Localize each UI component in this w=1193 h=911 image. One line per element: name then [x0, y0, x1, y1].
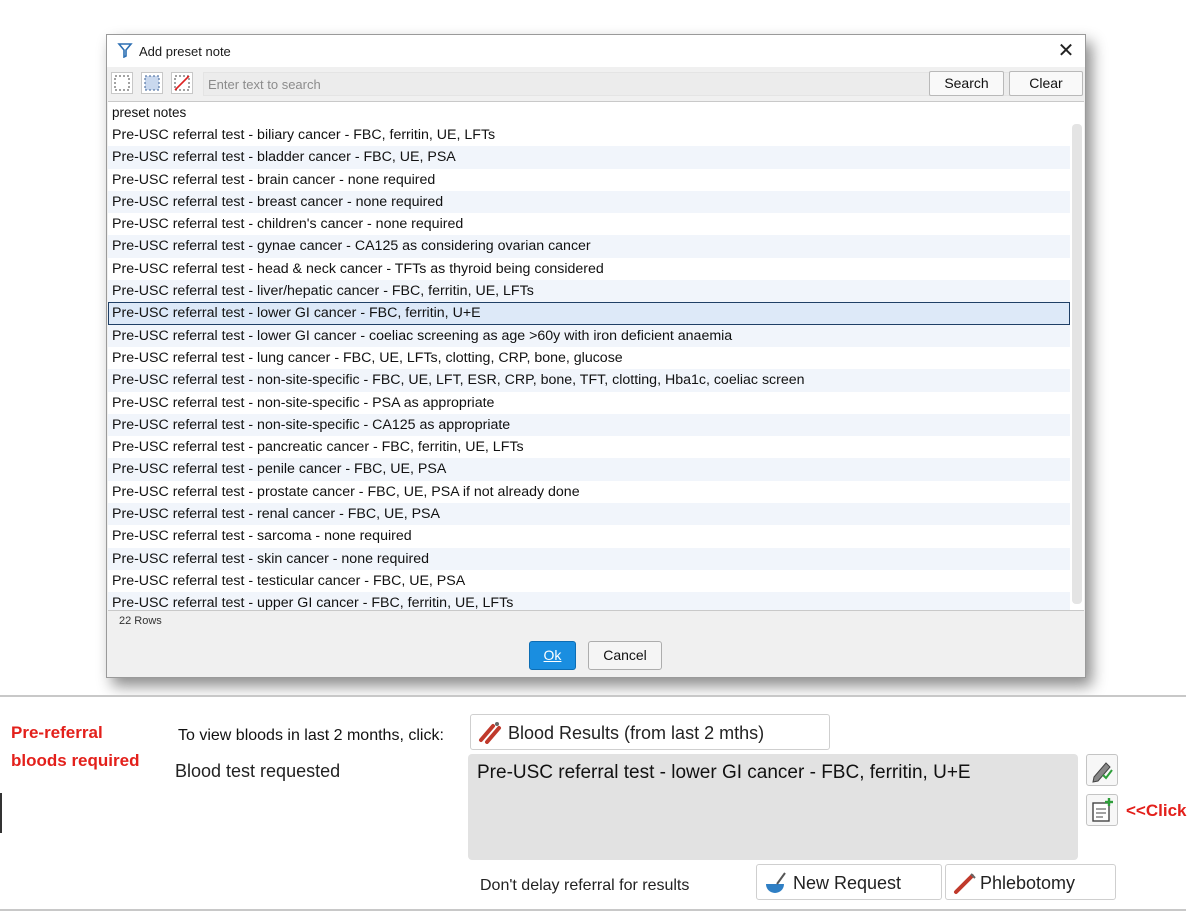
test-tubes-icon: [479, 722, 501, 744]
list-item[interactable]: Pre-USC referral test - prostate cancer …: [108, 481, 1070, 503]
list-item[interactable]: Pre-USC referral test - pancreatic cance…: [108, 436, 1070, 458]
list-item[interactable]: Pre-USC referral test - sarcoma - none r…: [108, 525, 1070, 547]
list-item[interactable]: Pre-USC referral test - testicular cance…: [108, 570, 1070, 592]
list-item[interactable]: Pre-USC referral test - upper GI cancer …: [108, 592, 1070, 610]
select-all-icon[interactable]: [111, 72, 133, 94]
add-preset-note-dialog: Add preset note ✕ Search Clear preset no…: [106, 34, 1086, 678]
search-button[interactable]: Search: [929, 71, 1004, 96]
list-item[interactable]: Pre-USC referral test - lower GI cancer …: [108, 302, 1070, 325]
ok-button[interactable]: Ok: [529, 641, 576, 670]
filter-funnel-icon: [117, 43, 133, 58]
list-item[interactable]: Pre-USC referral test - non-site-specifi…: [108, 369, 1070, 392]
list-item[interactable]: Pre-USC referral test - liver/hepatic ca…: [108, 280, 1070, 303]
phlebotomy-label: Phlebotomy: [980, 873, 1076, 893]
dialog-toolbar: Search Clear: [107, 71, 1085, 99]
preset-notes-list: preset notes Pre-USC referral test - bil…: [108, 101, 1084, 611]
list-item[interactable]: Pre-USC referral test - gynae cancer - C…: [108, 235, 1070, 258]
list-item[interactable]: Pre-USC referral test - lower GI cancer …: [108, 324, 1070, 347]
list-item[interactable]: Pre-USC referral test - penile cancer - …: [108, 458, 1070, 481]
clear-button[interactable]: Clear: [1009, 71, 1083, 96]
list-item[interactable]: Pre-USC referral test - breast cancer - …: [108, 190, 1070, 214]
blood-test-note-field[interactable]: Pre-USC referral test - lower GI cancer …: [468, 754, 1078, 860]
view-bloods-label: To view bloods in last 2 months, click:: [178, 727, 444, 744]
dialog-title: Add preset note: [139, 44, 231, 59]
dont-delay-label: Don't delay referral for results: [480, 877, 690, 894]
list-item[interactable]: Pre-USC referral test - head & neck canc…: [108, 258, 1070, 280]
select-filled-icon[interactable]: [141, 72, 163, 94]
warning-line-1: Pre-referral: [11, 723, 103, 742]
list-item[interactable]: Pre-USC referral test - skin cancer - no…: [108, 547, 1070, 570]
blood-test-section: Pre-referral bloods required To view blo…: [0, 695, 1187, 911]
list-rows: Pre-USC referral test - biliary cancer -…: [108, 124, 1070, 610]
blood-test-requested-label: Blood test requested: [175, 761, 341, 781]
window-edge: [0, 793, 2, 833]
list-column-header: preset notes: [108, 102, 1084, 124]
syringe-icon: [954, 873, 976, 894]
new-request-button[interactable]: New Request: [756, 864, 942, 900]
click-hint: <<Click: [1126, 801, 1187, 820]
warning-line-2: bloods required: [11, 751, 140, 770]
new-request-label: New Request: [793, 873, 902, 893]
blood-results-button[interactable]: Blood Results (from last 2 mths): [470, 714, 830, 750]
list-item[interactable]: Pre-USC referral test - non-site-specifi…: [108, 413, 1070, 437]
edit-note-icon[interactable]: [1086, 754, 1118, 786]
list-scrollbar[interactable]: [1072, 124, 1082, 604]
list-item[interactable]: Pre-USC referral test - non-site-specifi…: [108, 392, 1070, 414]
list-item[interactable]: Pre-USC referral test - biliary cancer -…: [108, 124, 1070, 146]
list-item[interactable]: Pre-USC referral test - bladder cancer -…: [108, 146, 1070, 169]
list-item[interactable]: Pre-USC referral test - children's cance…: [108, 213, 1070, 235]
blood-results-label: Blood Results (from last 2 mths): [508, 723, 765, 743]
deselect-icon[interactable]: [171, 72, 193, 94]
search-input[interactable]: [203, 72, 1023, 96]
list-item[interactable]: Pre-USC referral test - brain cancer - n…: [108, 169, 1070, 191]
list-item[interactable]: Pre-USC referral test - renal cancer - F…: [108, 503, 1070, 526]
row-count: 22 Rows: [119, 615, 162, 627]
prereferral-warning: Pre-referral bloods required: [11, 719, 161, 775]
phlebotomy-button[interactable]: Phlebotomy: [945, 864, 1116, 900]
flask-icon: [766, 872, 786, 893]
add-preset-note-icon[interactable]: [1086, 794, 1118, 826]
dialog-titlebar: Add preset note ✕: [107, 35, 1085, 67]
list-item[interactable]: Pre-USC referral test - lung cancer - FB…: [108, 347, 1070, 369]
cancel-button[interactable]: Cancel: [588, 641, 662, 670]
close-button[interactable]: ✕: [1053, 38, 1079, 64]
